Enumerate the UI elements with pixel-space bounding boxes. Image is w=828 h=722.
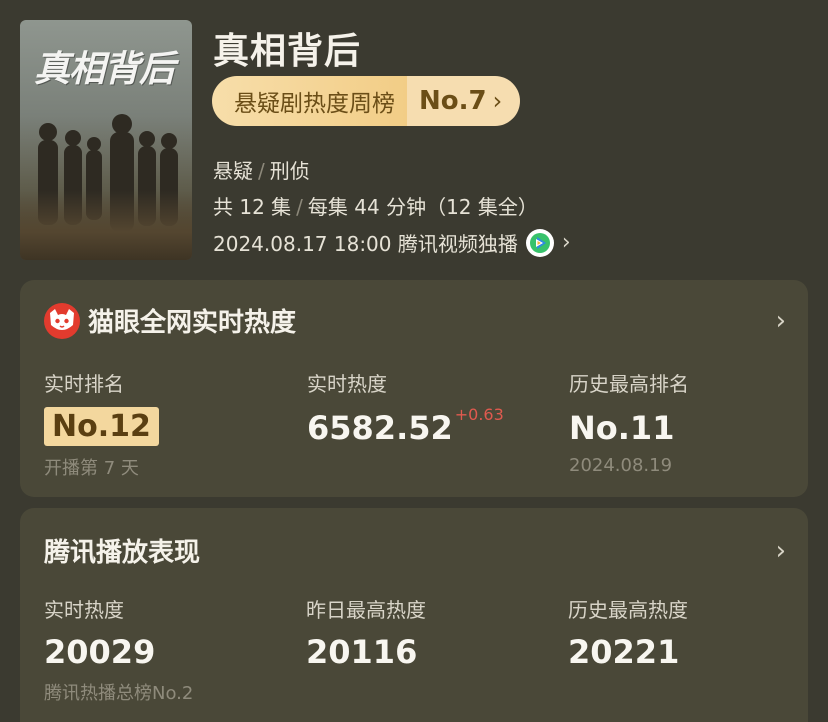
history-heat-column: 历史最高热度 20221 [568,594,688,671]
drama-poster[interactable]: 真相背后 [20,20,192,260]
yesterday-heat-label: 昨日最高热度 [306,598,426,622]
tencent-card-title: 腾讯播放表现 [44,538,201,568]
genre-tag: 悬疑 [213,159,253,183]
realtime-rank-column: 实时排名 No.12 开播第 7 天 [44,368,159,480]
rank-board-value-wrap: No.7 › [407,76,521,126]
rank-board-label: 悬疑剧热度周榜 [212,76,407,126]
chevron-right-icon[interactable]: › [776,306,786,336]
tencent-hot-rank: 腾讯热播总榜No.2 [44,683,194,704]
realtime-heat-column: 实时热度 6582.52 +0.63 [307,368,504,447]
separator: / [296,195,303,219]
chevron-right-icon: › [561,230,571,255]
chevron-right-icon[interactable]: › [776,536,786,566]
genre-tag: 刑侦 [269,159,310,183]
realtime-heat-label: 实时热度 [307,372,387,396]
days-since-premiere: 开播第 7 天 [44,458,139,479]
poster-field [20,190,192,260]
history-heat-label: 历史最高热度 [568,598,688,622]
release-info: 2024.08.17 18:00 腾讯视频独播 [213,232,518,256]
release-line[interactable]: 2024.08.17 18:00 腾讯视频独播 › [213,228,571,257]
episode-length: 每集 44 分钟（12 集全） [307,195,538,219]
history-heat-value: 20221 [568,633,680,671]
tencent-performance-card[interactable]: 腾讯播放表现 › 实时热度 20029 腾讯热播总榜No.2 昨日最高热度 20… [20,508,808,722]
tencent-heat-label: 实时热度 [44,598,124,622]
maoyan-card-header: 猫眼全网实时热度 [44,302,296,339]
tencent-card-header: 腾讯播放表现 [44,532,200,569]
episode-count: 共 12 集 [213,195,292,219]
best-rank-value: No.11 [569,409,675,447]
chevron-right-icon: › [492,87,503,115]
realtime-rank-label: 实时排名 [44,372,124,396]
genre-line: 悬疑 / 刑侦 [213,155,310,184]
tencent-heat-column: 实时热度 20029 腾讯热播总榜No.2 [44,594,193,705]
episode-line: 共 12 集 / 每集 44 分钟（12 集全） [213,191,538,220]
best-rank-date: 2024.08.19 [569,455,673,476]
yesterday-heat-value: 20116 [306,633,418,671]
maoyan-cat-icon [44,302,80,339]
realtime-rank-badge-wrap: No.12 [44,407,159,446]
realtime-heat-value-wrap: 6582.52 +0.63 [307,405,504,447]
realtime-heat-value: 6582.52 [307,409,453,447]
separator: / [258,159,265,183]
yesterday-heat-column: 昨日最高热度 20116 [306,594,426,671]
rank-board-value: No.7 [419,86,487,116]
best-rank-column: 历史最高排名 No.11 2024.08.19 [569,368,689,476]
weekly-rank-badge[interactable]: 悬疑剧热度周榜 No.7 › [212,76,521,126]
tencent-heat-value: 20029 [44,633,156,671]
heat-delta: +0.63 [454,405,504,424]
realtime-rank-badge: No.12 [44,407,159,446]
maoyan-heat-card[interactable]: 猫眼全网实时热度 › 实时排名 No.12 开播第 7 天 实时热度 6582.… [20,280,808,497]
best-rank-label: 历史最高排名 [569,372,689,396]
maoyan-card-title: 猫眼全网实时热度 [88,308,297,338]
drama-title: 真相背后 [213,31,362,72]
tencent-video-icon [525,228,554,257]
